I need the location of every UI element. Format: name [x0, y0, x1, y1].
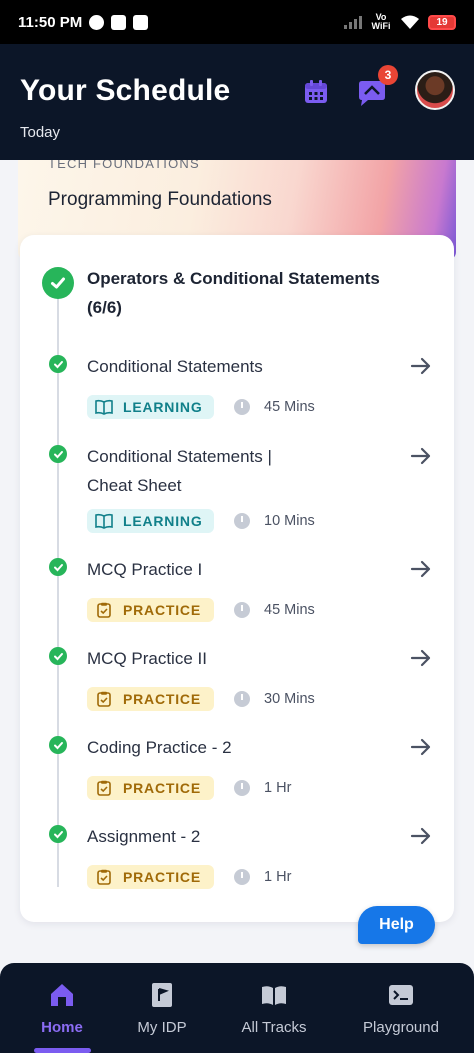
item-duration: 45 Mins	[264, 602, 315, 618]
completed-check-icon	[49, 736, 67, 754]
item-duration: 45 Mins	[264, 399, 315, 415]
item-duration: 1 Hr	[264, 869, 292, 885]
arrow-right-icon[interactable]	[409, 354, 433, 378]
bottom-nav: Home My IDP All Tracks Playground	[0, 963, 474, 1053]
avatar[interactable]	[415, 70, 455, 110]
item-duration: 30 Mins	[264, 691, 315, 707]
status-notification-icons	[89, 14, 149, 30]
practice-tag: PRACTICE	[87, 776, 214, 800]
home-icon	[51, 984, 73, 1006]
item-title[interactable]: Conditional Statements | Cheat Sheet	[87, 442, 317, 500]
clock-icon	[234, 399, 250, 415]
arrow-right-icon[interactable]	[409, 557, 433, 581]
battery-level: 19	[436, 16, 448, 28]
module-card: Operators & Conditional Statements (6/6)…	[20, 235, 454, 922]
instagram-icon	[133, 14, 149, 30]
book-icon	[95, 399, 113, 415]
completed-check-icon	[49, 647, 67, 665]
clock-icon	[234, 691, 250, 707]
status-time: 11:50 PM	[18, 13, 83, 31]
completed-check-icon	[49, 445, 67, 463]
item-title[interactable]: Coding Practice - 2	[87, 733, 317, 762]
arrow-right-icon[interactable]	[409, 824, 433, 848]
youtube-icon	[111, 14, 127, 30]
completed-check-icon	[49, 825, 67, 843]
module-complete-check-icon	[42, 267, 74, 299]
flag-document-icon	[152, 983, 172, 1007]
calendar-icon[interactable]	[302, 78, 330, 106]
learning-tag: LEARNING	[87, 395, 214, 419]
cell-signal-icon	[344, 15, 362, 29]
nav-label-my-idp: My IDP	[137, 1019, 187, 1036]
item-duration: 10 Mins	[264, 513, 315, 529]
app-header: Your Schedule Today 3	[0, 44, 474, 160]
nav-item-playground[interactable]: Playground	[356, 963, 446, 1053]
nav-item-home[interactable]: Home	[22, 963, 102, 1053]
arrow-right-icon[interactable]	[409, 444, 433, 468]
course-category: TECH FOUNDATIONS	[48, 160, 200, 171]
clock-icon	[234, 513, 250, 529]
item-title[interactable]: MCQ Practice I	[87, 555, 317, 584]
nav-label-all-tracks: All Tracks	[241, 1019, 307, 1036]
clock-icon	[234, 869, 250, 885]
clock-icon	[234, 780, 250, 796]
item-title[interactable]: Assignment - 2	[87, 822, 317, 851]
tag-label: PRACTICE	[123, 869, 201, 885]
nav-item-all-tracks[interactable]: All Tracks	[234, 963, 314, 1053]
completed-check-icon	[49, 355, 67, 373]
nav-label-home: Home	[41, 1019, 83, 1036]
battery-icon: 19	[428, 14, 456, 30]
timeline-line	[57, 297, 59, 887]
whatsapp-icon	[89, 14, 105, 30]
clock-icon	[234, 602, 250, 618]
help-button[interactable]: Help	[358, 906, 435, 944]
completed-check-icon	[49, 558, 67, 576]
page-title: Your Schedule	[20, 74, 231, 107]
tag-label: LEARNING	[123, 513, 203, 529]
status-bar: 11:50 PM Vo WiFi 19	[0, 0, 474, 44]
item-title[interactable]: MCQ Practice II	[87, 644, 317, 673]
clipboard-check-icon	[97, 691, 111, 707]
clipboard-check-icon	[97, 602, 111, 618]
open-book-icon	[262, 986, 286, 1005]
clipboard-check-icon	[97, 869, 111, 885]
active-tab-indicator	[34, 1048, 91, 1053]
terminal-icon	[389, 985, 413, 1005]
nav-label-playground: Playground	[363, 1019, 439, 1036]
tag-label: LEARNING	[123, 399, 203, 415]
nav-item-my-idp[interactable]: My IDP	[122, 963, 202, 1053]
course-title: Programming Foundations	[48, 189, 272, 210]
arrow-right-icon[interactable]	[409, 646, 433, 670]
wifi-icon	[401, 15, 419, 29]
notification-badge: 3	[378, 65, 398, 85]
learning-tag: LEARNING	[87, 509, 214, 533]
tag-label: PRACTICE	[123, 691, 201, 707]
practice-tag: PRACTICE	[87, 865, 214, 889]
practice-tag: PRACTICE	[87, 598, 214, 622]
book-icon	[95, 513, 113, 529]
tag-label: PRACTICE	[123, 780, 201, 796]
vowifi-label: Vo WiFi	[371, 12, 391, 31]
page-subtitle: Today	[20, 124, 61, 141]
item-title[interactable]: Conditional Statements	[87, 352, 317, 381]
practice-tag: PRACTICE	[87, 687, 214, 711]
module-title: Operators & Conditional Statements (6/6)	[87, 269, 380, 317]
tag-label: PRACTICE	[123, 602, 201, 618]
arrow-right-icon[interactable]	[409, 735, 433, 759]
item-duration: 1 Hr	[264, 780, 292, 796]
clipboard-check-icon	[97, 780, 111, 796]
